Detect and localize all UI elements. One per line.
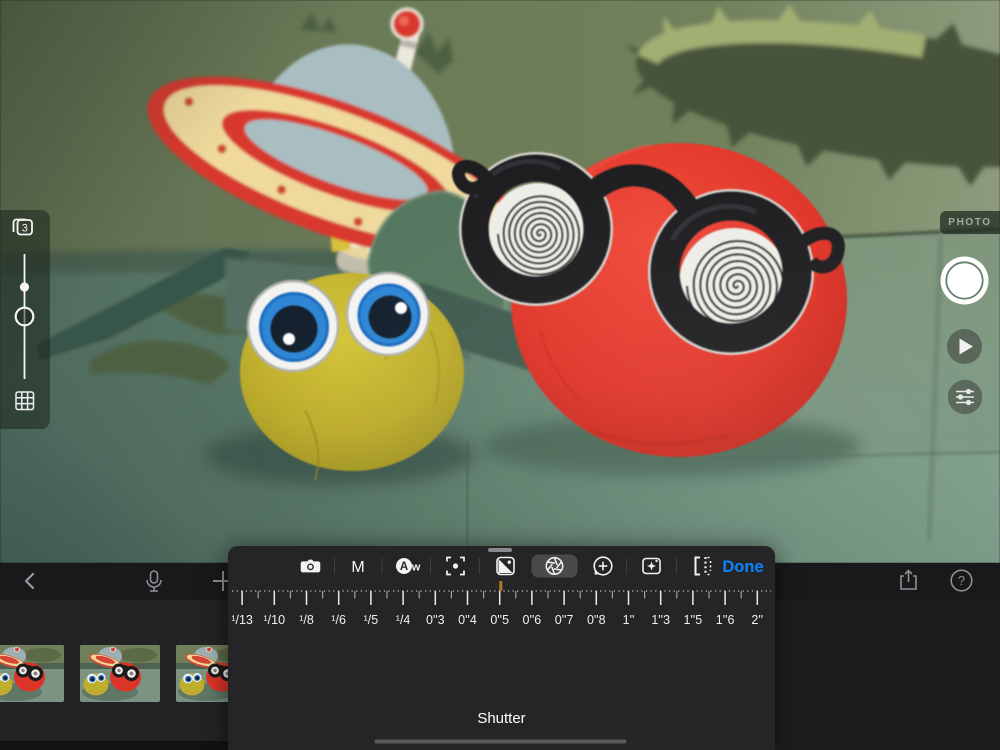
svg-text:w: w bbox=[410, 561, 420, 573]
svg-text:1''3: 1''3 bbox=[651, 613, 670, 627]
svg-text:A: A bbox=[399, 561, 407, 573]
svg-text:¹/13: ¹/13 bbox=[231, 613, 253, 627]
svg-text:1''5: 1''5 bbox=[683, 613, 702, 627]
svg-text:0''3: 0''3 bbox=[425, 613, 444, 627]
svg-text:?: ? bbox=[958, 573, 965, 588]
svg-text:0''6: 0''6 bbox=[522, 613, 541, 627]
svg-text:1''6: 1''6 bbox=[715, 613, 734, 627]
svg-text:2'': 2'' bbox=[751, 613, 763, 627]
svg-text:3: 3 bbox=[22, 222, 28, 234]
svg-text:1'': 1'' bbox=[622, 613, 634, 627]
svg-text:¹/4: ¹/4 bbox=[395, 613, 410, 627]
svg-text:0''5: 0''5 bbox=[490, 613, 509, 627]
svg-text:¹/6: ¹/6 bbox=[331, 613, 346, 627]
svg-text:M: M bbox=[351, 559, 364, 576]
svg-text:0''8: 0''8 bbox=[586, 613, 605, 627]
svg-text:¹/8: ¹/8 bbox=[299, 613, 314, 627]
svg-text:Done: Done bbox=[722, 558, 763, 576]
svg-text:Shutter: Shutter bbox=[477, 710, 525, 727]
svg-text:¹/5: ¹/5 bbox=[363, 613, 378, 627]
svg-text:¹/10: ¹/10 bbox=[263, 613, 285, 627]
svg-text:0''4: 0''4 bbox=[458, 613, 477, 627]
svg-text:0''7: 0''7 bbox=[554, 613, 573, 627]
